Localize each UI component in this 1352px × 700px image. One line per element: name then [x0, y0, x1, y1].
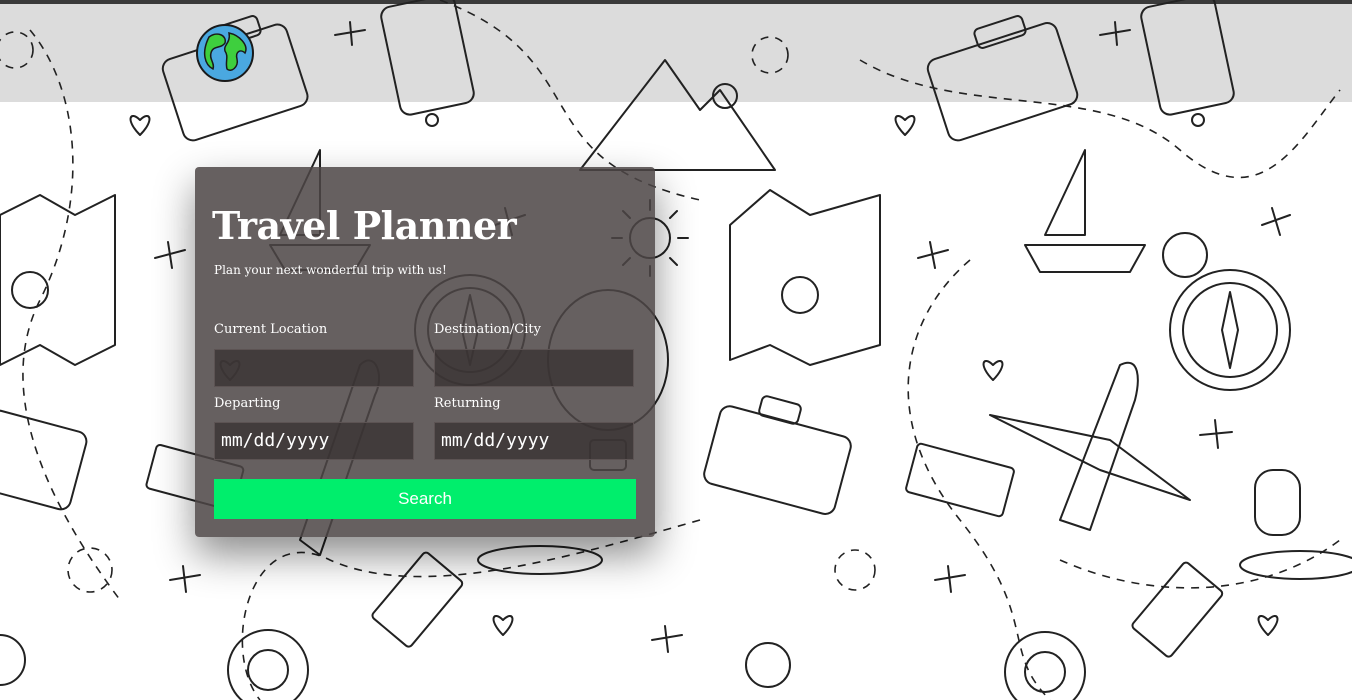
small-plane-icon: [154, 241, 186, 269]
sailboat-icon: [1024, 149, 1146, 273]
current-location-label: Current Location: [214, 322, 328, 337]
ticket-icon: [371, 551, 464, 648]
airplane-icon: [1059, 361, 1139, 531]
luggage-icon: [1140, 0, 1235, 116]
page-title: Travel Planner: [212, 203, 517, 248]
suitcase-icon: [703, 395, 852, 515]
heart-icon: [982, 360, 1004, 381]
departing-date-input[interactable]: mm/dd/yyyy: [214, 422, 414, 460]
search-button[interactable]: Search: [214, 479, 636, 519]
small-plane-icon: [1261, 207, 1291, 236]
travel-planner-card: Travel Planner Plan your next wonderful …: [195, 167, 655, 537]
page-subtitle: Plan your next wonderful trip with us!: [214, 263, 447, 277]
luggage-icon: [380, 0, 475, 116]
map-icon: [0, 194, 116, 366]
sun-icon: [745, 642, 791, 688]
compass-icon: [1169, 269, 1291, 391]
small-plane-icon: [1099, 21, 1131, 46]
ticket-icon: [1131, 561, 1224, 658]
lifebuoy-icon: [1004, 631, 1086, 700]
heart-icon: [129, 115, 151, 136]
returning-date-input[interactable]: mm/dd/yyyy: [434, 422, 634, 460]
small-plane-icon: [917, 241, 949, 269]
mountain-icon: [579, 59, 776, 171]
small-plane-icon: [934, 565, 966, 593]
small-plane-icon: [1199, 419, 1233, 449]
heart-icon: [492, 615, 514, 636]
returning-label: Returning: [434, 396, 501, 411]
departing-label: Departing: [214, 396, 281, 411]
island-icon: [477, 545, 603, 575]
suitcase-icon: [926, 15, 1079, 142]
destination-label: Destination/City: [434, 322, 541, 337]
destination-input[interactable]: [434, 349, 634, 387]
current-location-input[interactable]: [214, 349, 414, 387]
suitcase-icon: [0, 409, 88, 511]
globe-icon[interactable]: [195, 23, 255, 83]
heart-icon: [894, 115, 916, 136]
small-plane-icon: [651, 625, 683, 653]
heart-icon: [1257, 615, 1279, 636]
small-plane-icon: [334, 21, 366, 46]
small-plane-icon: [169, 565, 201, 593]
